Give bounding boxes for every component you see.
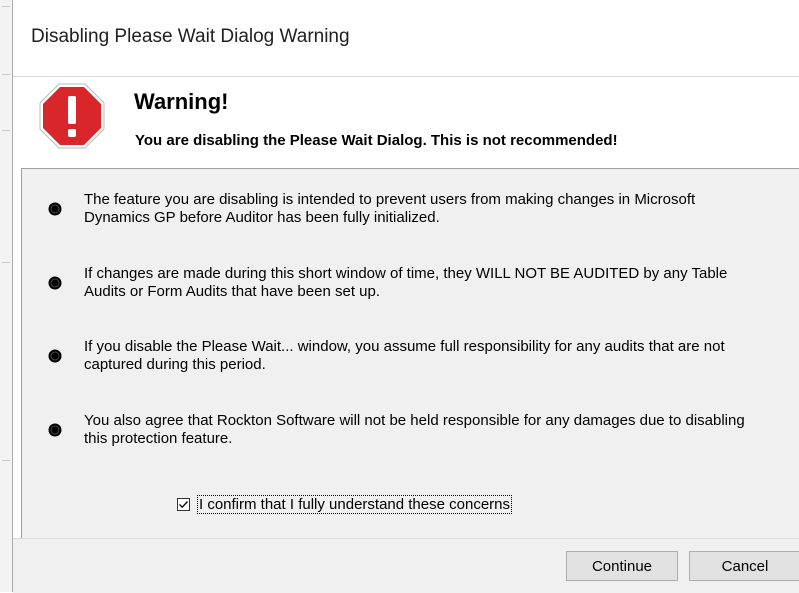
warning-subtitle: You are disabling the Please Wait Dialog…: [135, 132, 618, 149]
dialog-window: Disabling Please Wait Dialog Warning War…: [12, 0, 799, 593]
bullet-dot-icon: [48, 202, 62, 216]
title-bar[interactable]: Disabling Please Wait Dialog Warning: [13, 0, 799, 76]
continue-button[interactable]: Continue: [566, 551, 678, 581]
window-title: Disabling Please Wait Dialog Warning: [31, 26, 350, 47]
bullet-dot-icon: [48, 276, 62, 290]
bullet-dot-icon: [48, 349, 62, 363]
bullet-text: If changes are made during this short wi…: [84, 265, 728, 300]
button-bar: Continue Cancel: [13, 538, 799, 593]
warning-header: Warning! You are disabling the Please Wa…: [13, 76, 799, 169]
confirm-checkbox[interactable]: [177, 498, 190, 511]
check-icon: [179, 501, 188, 509]
warning-stop-icon: [39, 83, 105, 149]
bullet-text: The feature you are disabling is intende…: [84, 191, 696, 226]
warning-title: Warning!: [134, 89, 229, 114]
bullet-text: If you disable the Please Wait... window…: [84, 338, 725, 373]
warning-body: The feature you are disabling is intende…: [21, 168, 799, 538]
confirm-checkbox-row[interactable]: I confirm that I fully understand these …: [177, 495, 512, 514]
bullet-dot-icon: [48, 423, 62, 437]
background-window-edge: [0, 0, 12, 592]
cancel-button[interactable]: Cancel: [689, 551, 799, 581]
bullet-text: You also agree that Rockton Software wil…: [84, 412, 745, 447]
confirm-label[interactable]: I confirm that I fully understand these …: [197, 495, 512, 514]
